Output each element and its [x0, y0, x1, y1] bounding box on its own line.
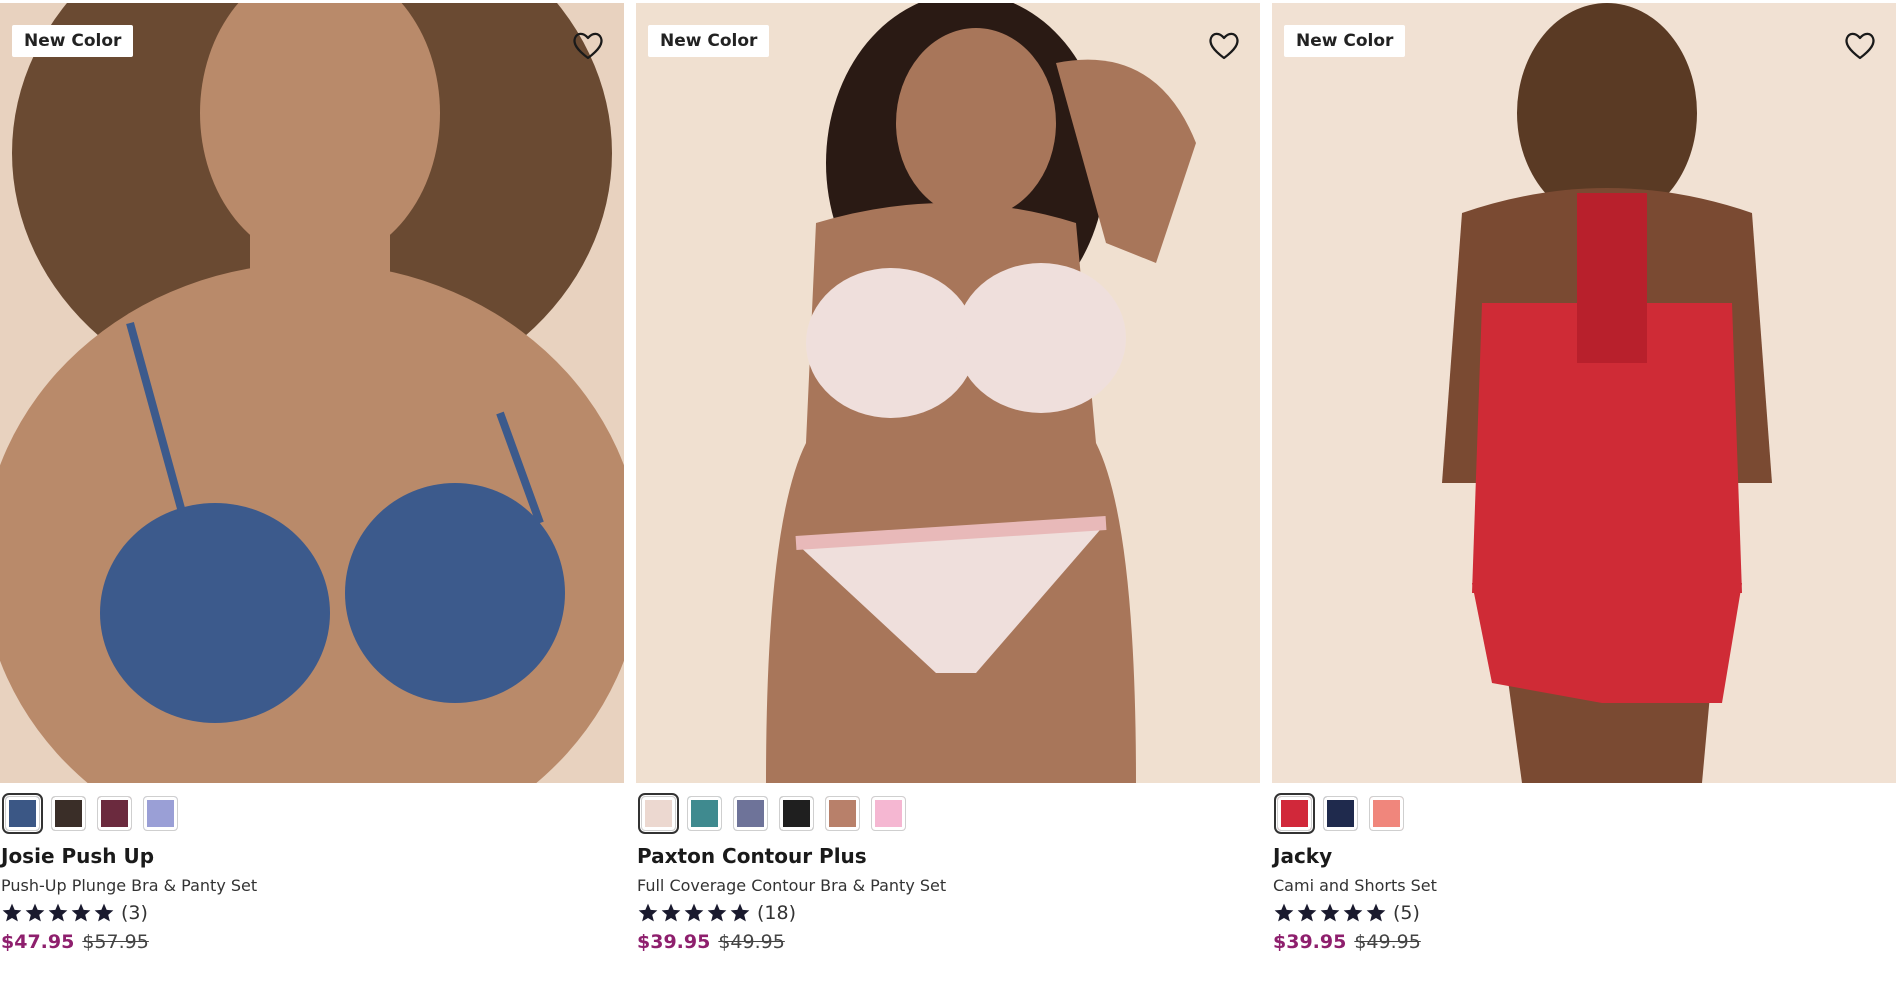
product-card-2[interactable]: New Color Paxton Contour Plus Full Cover…	[636, 3, 1260, 953]
product-name[interactable]: Paxton Contour Plus	[637, 844, 1260, 868]
product-grid: New Color Josie Push Up Push-Up Plunge B…	[0, 3, 1900, 953]
product-price: $47.95 $57.95	[1, 931, 624, 953]
color-swatch[interactable]	[1323, 795, 1358, 831]
product-rating[interactable]: (5)	[1273, 902, 1896, 924]
star-filled-icon	[1343, 903, 1363, 922]
product-description: Full Coverage Contour Bra & Panty Set	[637, 876, 947, 895]
favorite-button[interactable]	[1842, 27, 1878, 63]
new-color-badge: New Color	[1284, 25, 1406, 57]
product-image[interactable]: New Color	[0, 3, 624, 783]
star-filled-icon	[48, 903, 68, 922]
color-swatch[interactable]	[825, 795, 860, 831]
rating-stars	[1, 902, 115, 924]
star-filled-icon	[1297, 903, 1317, 922]
product-rating[interactable]: (3)	[1, 902, 624, 924]
new-color-badge: New Color	[648, 25, 770, 57]
color-swatches	[638, 792, 1260, 834]
star-filled-icon	[707, 903, 727, 922]
review-count: (5)	[1393, 902, 1420, 924]
star-filled-icon	[71, 903, 91, 922]
color-swatch[interactable]	[51, 795, 86, 831]
heart-outline-icon	[1845, 32, 1875, 60]
review-count: (3)	[121, 902, 148, 924]
product-photo-illustration	[636, 3, 1260, 783]
star-filled-icon	[1320, 903, 1340, 922]
product-photo-illustration	[0, 3, 624, 783]
product-price: $39.95 $49.95	[637, 931, 1260, 953]
color-swatch[interactable]	[1274, 792, 1315, 834]
original-price: $57.95	[82, 931, 149, 953]
rating-stars	[637, 902, 751, 924]
color-swatch[interactable]	[97, 795, 132, 831]
color-swatch[interactable]	[1369, 795, 1404, 831]
star-filled-icon	[94, 903, 114, 922]
original-price: $49.95	[718, 931, 785, 953]
star-filled-icon	[661, 903, 681, 922]
new-color-badge: New Color	[12, 25, 134, 57]
sale-price: $39.95	[637, 931, 711, 953]
product-description: Push-Up Plunge Bra & Panty Set	[1, 876, 258, 895]
star-filled-icon	[2, 903, 22, 922]
product-name[interactable]: Jacky	[1273, 844, 1896, 868]
color-swatch[interactable]	[2, 792, 43, 834]
product-card-1[interactable]: New Color Josie Push Up Push-Up Plunge B…	[0, 3, 624, 953]
product-price: $39.95 $49.95	[1273, 931, 1896, 953]
rating-stars	[1273, 902, 1387, 924]
color-swatches	[2, 792, 624, 834]
color-swatch[interactable]	[733, 795, 768, 831]
sale-price: $47.95	[1, 931, 75, 953]
sale-price: $39.95	[1273, 931, 1347, 953]
original-price: $49.95	[1354, 931, 1421, 953]
star-filled-icon	[684, 903, 704, 922]
star-filled-icon	[730, 903, 750, 922]
star-filled-icon	[638, 903, 658, 922]
product-image[interactable]: New Color	[1272, 3, 1896, 783]
product-rating[interactable]: (18)	[637, 902, 1260, 924]
color-swatch[interactable]	[871, 795, 906, 831]
color-swatch[interactable]	[687, 795, 722, 831]
color-swatch[interactable]	[779, 795, 814, 831]
star-filled-icon	[1274, 903, 1294, 922]
product-image[interactable]: New Color	[636, 3, 1260, 783]
product-name[interactable]: Josie Push Up	[1, 844, 624, 868]
favorite-button[interactable]	[570, 27, 606, 63]
star-filled-icon	[25, 903, 45, 922]
product-description: Cami and Shorts Set	[1273, 876, 1437, 895]
color-swatch[interactable]	[638, 792, 679, 834]
color-swatch[interactable]	[143, 795, 178, 831]
heart-outline-icon	[1209, 32, 1239, 60]
review-count: (18)	[757, 902, 797, 924]
star-filled-icon	[1366, 903, 1386, 922]
product-card-3[interactable]: New Color Jacky Cami and Shorts Set (5) …	[1272, 3, 1896, 953]
product-photo-illustration	[1272, 3, 1896, 783]
color-swatches	[1274, 792, 1896, 834]
favorite-button[interactable]	[1206, 27, 1242, 63]
heart-outline-icon	[573, 32, 603, 60]
